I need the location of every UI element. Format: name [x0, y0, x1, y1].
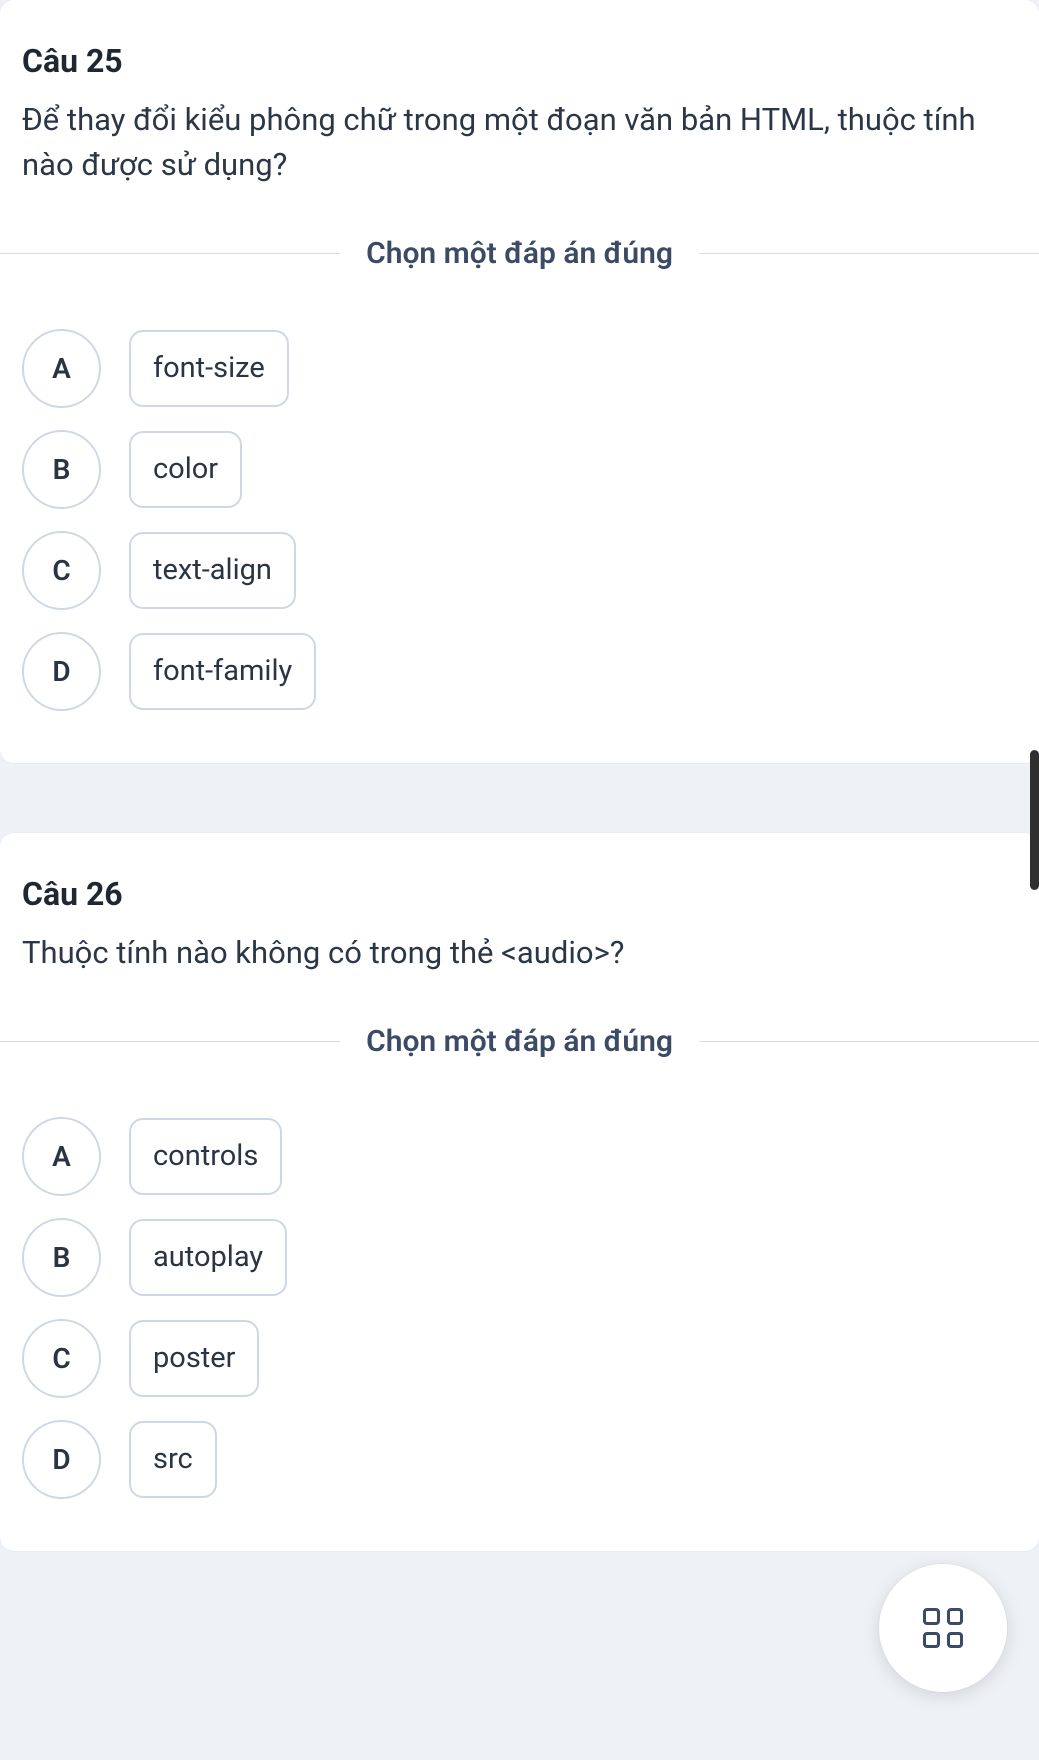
option-label[interactable]: controls — [129, 1118, 282, 1195]
divider-line — [699, 1041, 1039, 1042]
option-label[interactable]: font-family — [129, 633, 316, 710]
question-title: Câu 25 — [22, 42, 1017, 80]
option-letter[interactable]: C — [22, 531, 101, 610]
options-list: A font-size B color C text-align D font-… — [0, 329, 1039, 711]
option-letter[interactable]: A — [22, 1117, 101, 1196]
instruction-row: Chọn một đáp án đúng — [0, 236, 1039, 271]
option-label[interactable]: font-size — [129, 330, 289, 407]
option-row[interactable]: A font-size — [22, 329, 1017, 408]
option-label[interactable]: src — [129, 1421, 217, 1498]
divider-line — [0, 253, 340, 254]
option-letter[interactable]: B — [22, 430, 101, 509]
option-row[interactable]: C text-align — [22, 531, 1017, 610]
option-label[interactable]: text-align — [129, 532, 296, 609]
divider-line — [0, 1041, 340, 1042]
option-label[interactable]: color — [129, 431, 242, 508]
option-label[interactable]: autoplay — [129, 1219, 287, 1296]
option-letter[interactable]: D — [22, 1420, 101, 1499]
option-row[interactable]: C poster — [22, 1319, 1017, 1398]
option-letter[interactable]: D — [22, 632, 101, 711]
option-letter[interactable]: A — [22, 329, 101, 408]
question-title: Câu 26 — [22, 875, 1017, 913]
instruction-text: Chọn một đáp án đúng — [340, 236, 699, 271]
question-text: Thuộc tính nào không có trong thẻ <audio… — [22, 931, 1017, 976]
question-text: Để thay đổi kiểu phông chữ trong một đoạ… — [22, 98, 1017, 188]
option-row[interactable]: D src — [22, 1420, 1017, 1499]
option-row[interactable]: B color — [22, 430, 1017, 509]
instruction-text: Chọn một đáp án đúng — [340, 1024, 699, 1059]
grid-menu-button[interactable] — [879, 1564, 1007, 1692]
scrollbar-thumb[interactable] — [1030, 750, 1039, 890]
question-card: Câu 25 Để thay đổi kiểu phông chữ trong … — [0, 0, 1039, 763]
option-label[interactable]: poster — [129, 1320, 259, 1397]
option-row[interactable]: B autoplay — [22, 1218, 1017, 1297]
option-letter[interactable]: C — [22, 1319, 101, 1398]
options-list: A controls B autoplay C poster D src — [0, 1117, 1039, 1499]
instruction-row: Chọn một đáp án đúng — [0, 1024, 1039, 1059]
grid-icon — [923, 1608, 963, 1648]
option-row[interactable]: D font-family — [22, 632, 1017, 711]
option-row[interactable]: A controls — [22, 1117, 1017, 1196]
question-card: Câu 26 Thuộc tính nào không có trong thẻ… — [0, 833, 1039, 1551]
divider-line — [699, 253, 1039, 254]
option-letter[interactable]: B — [22, 1218, 101, 1297]
